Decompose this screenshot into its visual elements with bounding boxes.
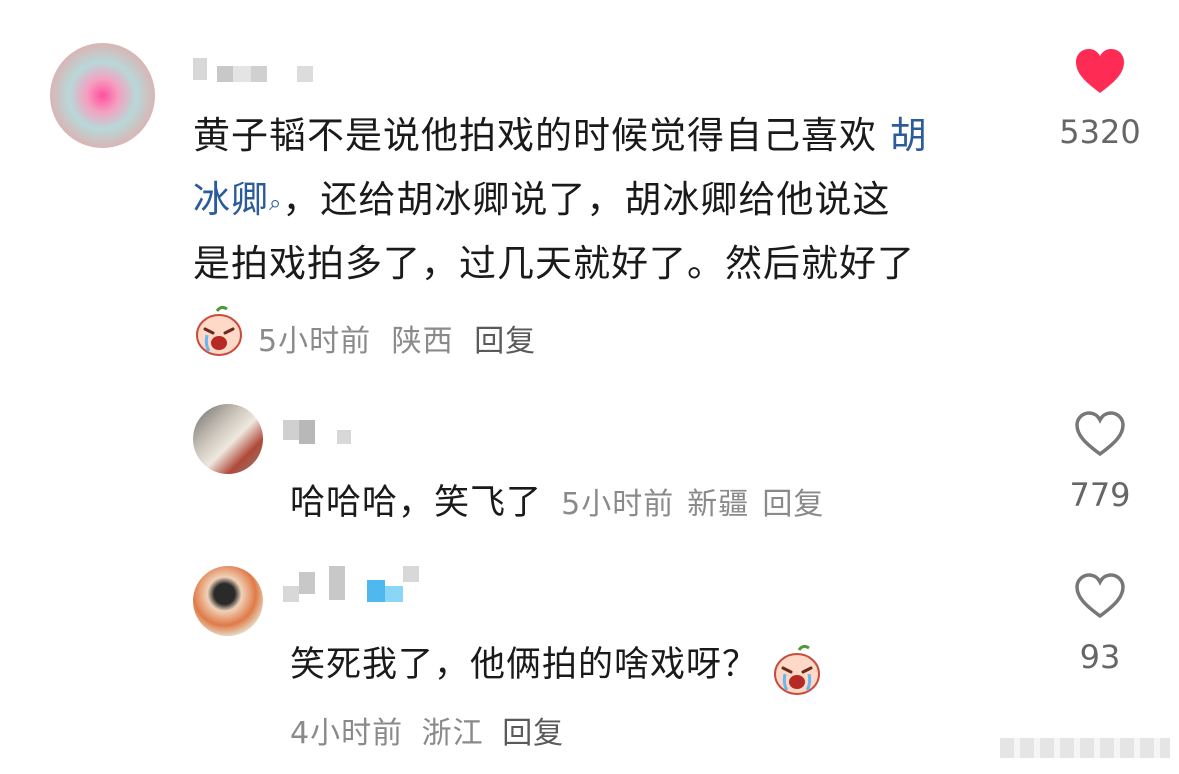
username-blurred[interactable]	[283, 420, 351, 444]
like-button[interactable]	[1074, 47, 1126, 99]
reply-button[interactable]: 回复	[502, 716, 564, 751]
mention-link[interactable]: 胡	[890, 114, 928, 157]
comment-text-line3: 是拍戏拍多了，过几天就好了。然后就好了	[193, 242, 915, 285]
like-button[interactable]	[1074, 410, 1126, 462]
reply-button[interactable]: 回复	[474, 324, 536, 359]
comment-location: 浙江	[421, 716, 484, 751]
reply-text: 笑死我了，他俩拍的啥戏呀？	[290, 645, 759, 685]
comment-location: 陕西	[391, 324, 454, 359]
comment-text: 黄子韬不是说他拍戏的时候觉得自己喜欢 胡 冰卿⌕，还给胡冰卿说了，胡冰卿给他说这…	[193, 104, 1013, 296]
reply-row: 笑死我了，他俩拍的啥戏呀？	[290, 636, 823, 700]
comment-time: 4小时前	[290, 716, 404, 751]
comment-text-line1: 黄子韬不是说他拍戏的时候觉得自己喜欢	[193, 114, 890, 157]
comment-location: 新疆	[687, 487, 750, 522]
comment-time: 5小时前	[561, 487, 675, 522]
heart-filled-icon[interactable]	[1074, 47, 1126, 95]
search-icon[interactable]: ⌕	[269, 191, 282, 216]
like-count: 779	[1069, 476, 1131, 514]
username-blurred[interactable]	[283, 566, 419, 602]
comment-meta: 4小时前 浙江 回复	[290, 708, 564, 752]
comment-text-line2: ，还给胡冰卿说了，胡冰卿给他说这	[282, 178, 891, 221]
avatar[interactable]	[193, 566, 263, 636]
mention-link-cont[interactable]: 冰卿	[193, 178, 269, 221]
username-blurred[interactable]	[193, 58, 313, 82]
reply-row: 哈哈哈，笑飞了 5小时前 新疆 回复	[290, 474, 824, 525]
reply-button[interactable]: 回复	[762, 487, 824, 522]
crying-emoji-icon	[193, 305, 245, 357]
comment-meta: 5小时前 陕西 回复	[258, 316, 536, 360]
comment-time: 5小时前	[258, 324, 372, 359]
like-count: 93	[1079, 638, 1121, 676]
like-button[interactable]	[1074, 572, 1126, 624]
watermark-blurred	[1000, 738, 1170, 758]
avatar[interactable]	[193, 404, 263, 474]
heart-outline-icon[interactable]	[1074, 410, 1126, 458]
avatar[interactable]	[50, 43, 155, 148]
heart-outline-icon[interactable]	[1074, 572, 1126, 620]
reply-text: 哈哈哈，笑飞了	[290, 483, 543, 523]
like-count: 5320	[1059, 113, 1141, 151]
crying-emoji-icon	[771, 644, 823, 700]
